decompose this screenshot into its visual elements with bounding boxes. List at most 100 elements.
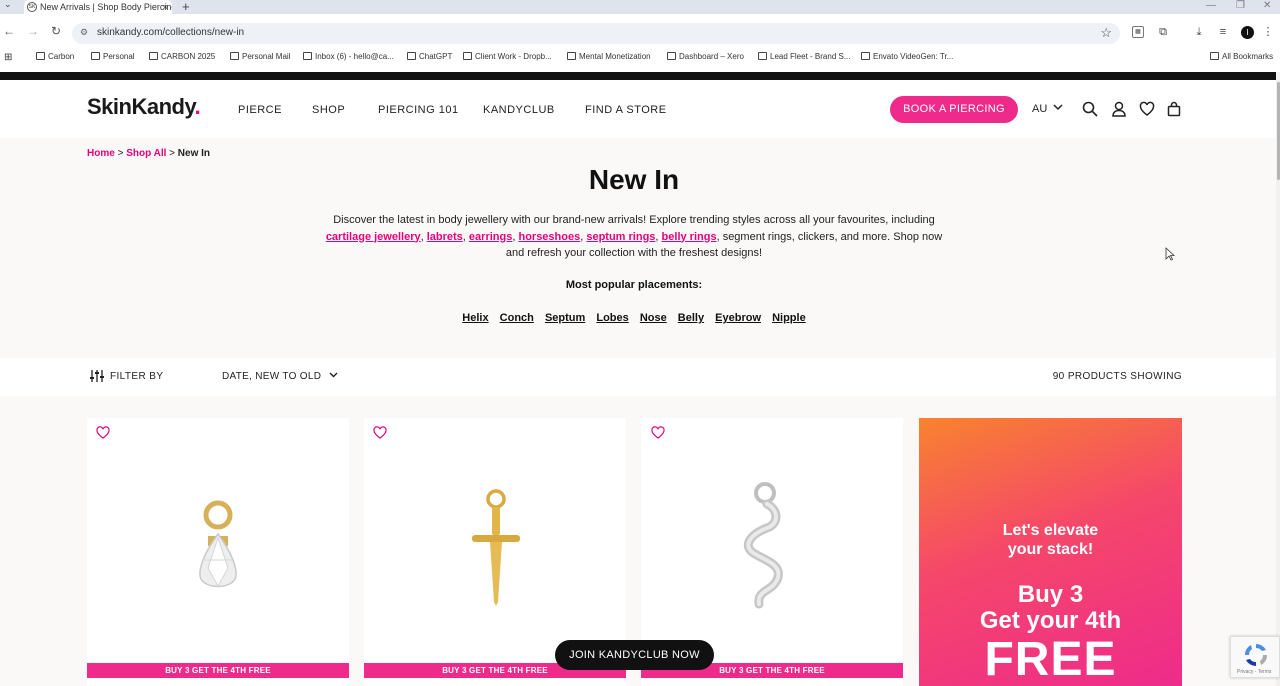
- sort-dropdown[interactable]: DATE, NEW TO OLD: [222, 371, 338, 382]
- bookmark-favicon-icon: [861, 52, 870, 60]
- placement-eyebrow[interactable]: Eyebrow: [715, 312, 761, 324]
- site-info-icon[interactable]: ⚙: [80, 27, 88, 38]
- bookmark-item[interactable]: Carbon: [36, 52, 74, 61]
- chevron-down-icon: [329, 372, 338, 378]
- breadcrumb-home[interactable]: Home: [87, 148, 115, 159]
- bookmark-item[interactable]: Lead Fleet - Brand S...: [758, 52, 851, 61]
- all-bookmarks[interactable]: All Bookmarks: [1210, 52, 1273, 61]
- placement-conch[interactable]: Conch: [500, 312, 534, 324]
- breadcrumb-current: New In: [177, 148, 211, 159]
- new-tab-icon[interactable]: +: [182, 0, 190, 14]
- link-earrings[interactable]: earrings: [469, 231, 512, 243]
- tab-search-icon[interactable]: ⌄: [4, 0, 12, 10]
- media-control-icon[interactable]: ≡: [1217, 26, 1229, 38]
- bookmark-star-icon[interactable]: ☆: [1100, 25, 1112, 41]
- collection-description: Discover the latest in body jewellery wi…: [325, 214, 943, 259]
- bookmark-favicon-icon: [667, 52, 676, 60]
- bookmark-item[interactable]: Dashboard – Xero: [667, 52, 744, 61]
- bookmark-item[interactable]: Envato VideoGen: Tr...: [861, 52, 953, 61]
- recaptcha-icon: [1244, 643, 1268, 667]
- bookmark-item[interactable]: Mental Monetization: [567, 52, 651, 61]
- breadcrumb: Home > Shop All > New In: [87, 148, 211, 159]
- join-kandyclub-button[interactable]: JOIN KANDYCLUB NOW: [555, 640, 714, 670]
- bookmark-favicon-icon: [758, 52, 767, 60]
- apps-grid-icon[interactable]: ⊞: [4, 52, 12, 63]
- book-piercing-button[interactable]: BOOK A PIERCING: [890, 96, 1018, 123]
- link-belly-rings[interactable]: belly rings: [662, 231, 717, 243]
- product-count: 90 PRODUCTS SHOWING: [1052, 371, 1182, 382]
- bookmark-favicon-icon: [303, 52, 312, 60]
- promo-headline: Let's elevate your stack!: [1002, 522, 1099, 558]
- add-to-wishlist-icon[interactable]: [96, 426, 110, 439]
- folder-icon: [1210, 52, 1219, 60]
- close-window-icon[interactable]: ✕: [1263, 0, 1271, 11]
- promo-offer: Buy 3 Get your 4th: [979, 581, 1122, 634]
- placement-belly[interactable]: Belly: [678, 312, 704, 324]
- add-to-wishlist-icon[interactable]: [373, 426, 387, 439]
- bookmark-item[interactable]: Client Work - Dropb...: [463, 52, 552, 61]
- filter-by-button[interactable]: FILTER BY: [110, 371, 163, 382]
- gold-dagger-charm-image[interactable]: [470, 488, 522, 608]
- promo-badge: BUY 3 GET THE 4TH FREE: [87, 663, 349, 678]
- nav-kandyclub[interactable]: KANDYCLUB: [483, 104, 555, 116]
- placement-nose[interactable]: Nose: [640, 312, 667, 324]
- placement-links: Helix Conch Septum Lobes Nose Belly Eyeb…: [0, 312, 1268, 324]
- bookmark-favicon-icon: [149, 52, 158, 60]
- popular-placements-title: Most popular placements:: [565, 279, 703, 291]
- close-tab-icon[interactable]: ×: [163, 0, 168, 14]
- browser-tab[interactable]: SK New Arrivals | Shop Body Piercing ×: [24, 0, 172, 14]
- region-selector[interactable]: AU: [1032, 103, 1063, 115]
- bookmark-item[interactable]: Inbox (6) - hello@ca...: [303, 52, 394, 61]
- placement-nipple[interactable]: Nipple: [772, 312, 806, 324]
- site-logo[interactable]: SkinKandy.: [87, 94, 201, 120]
- bookmark-item[interactable]: ChatGPT: [407, 52, 452, 61]
- filter-sliders-icon[interactable]: [90, 370, 104, 382]
- promo-tile[interactable]: Let's elevate your stack! Buy 3 Get your 4…: [919, 418, 1182, 686]
- recaptcha-badge[interactable]: Privacy - Terms: [1230, 636, 1280, 678]
- bookmark-favicon-icon: [463, 52, 472, 60]
- address-bar[interactable]: ⚙ skinkandy.com/collections/new-in ☆: [72, 23, 1120, 44]
- placement-helix[interactable]: Helix: [462, 312, 488, 324]
- announcement-bar: [0, 72, 1276, 80]
- nav-shop[interactable]: SHOP: [312, 104, 345, 116]
- profile-avatar[interactable]: I: [1241, 26, 1254, 39]
- wishlist-heart-icon[interactable]: [1139, 101, 1155, 117]
- nav-piercing-101[interactable]: PIERCING 101: [378, 104, 459, 116]
- recaptcha-links[interactable]: Privacy - Terms: [1237, 669, 1271, 675]
- gold-teardrop-charm-image[interactable]: [194, 498, 242, 598]
- bookmark-favicon-icon: [567, 52, 576, 60]
- bookmark-favicon-icon: [230, 52, 239, 60]
- forward-icon[interactable]: →: [27, 24, 39, 38]
- bookmark-item[interactable]: Personal Mail: [230, 52, 290, 61]
- url-text[interactable]: skinkandy.com/collections/new-in: [97, 27, 244, 38]
- back-icon[interactable]: ←: [3, 24, 15, 38]
- reload-icon[interactable]: ↻: [51, 24, 61, 38]
- silver-snake-charm-image[interactable]: [733, 480, 797, 612]
- link-cartilage-jewellery[interactable]: cartilage jewellery: [326, 231, 421, 243]
- link-labrets[interactable]: labrets: [427, 231, 463, 243]
- nav-find-a-store[interactable]: FIND A STORE: [585, 104, 667, 116]
- bookmark-favicon-icon: [407, 52, 416, 60]
- mouse-cursor-icon: [1165, 247, 1175, 261]
- bookmark-item[interactable]: Personal: [91, 52, 135, 61]
- bookmark-item[interactable]: CARBON 2025: [149, 52, 215, 61]
- browser-menu-icon[interactable]: ⋮: [1262, 26, 1274, 38]
- placement-lobes[interactable]: Lobes: [596, 312, 628, 324]
- tab-favicon-icon: SK: [27, 2, 37, 12]
- nav-pierce[interactable]: PIERCE: [238, 104, 282, 116]
- download-icon[interactable]: ⤓: [1193, 26, 1205, 38]
- add-to-wishlist-icon[interactable]: [651, 426, 665, 439]
- page-title: New In: [588, 164, 680, 195]
- bookmark-favicon-icon: [36, 52, 45, 60]
- extension-icon[interactable]: ▦: [1132, 26, 1144, 38]
- search-icon[interactable]: [1082, 101, 1098, 117]
- minimize-icon[interactable]: —: [1206, 0, 1216, 11]
- extensions-puzzle-icon[interactable]: ⧉: [1157, 26, 1169, 38]
- cart-bag-icon[interactable]: [1166, 101, 1182, 117]
- account-icon[interactable]: [1111, 101, 1127, 117]
- restore-icon[interactable]: ❐: [1236, 0, 1245, 11]
- placement-septum[interactable]: Septum: [545, 312, 585, 324]
- breadcrumb-shop-all[interactable]: Shop All: [126, 148, 166, 159]
- link-horseshoes[interactable]: horseshoes: [518, 231, 580, 243]
- link-septum-rings[interactable]: septum rings: [586, 231, 655, 243]
